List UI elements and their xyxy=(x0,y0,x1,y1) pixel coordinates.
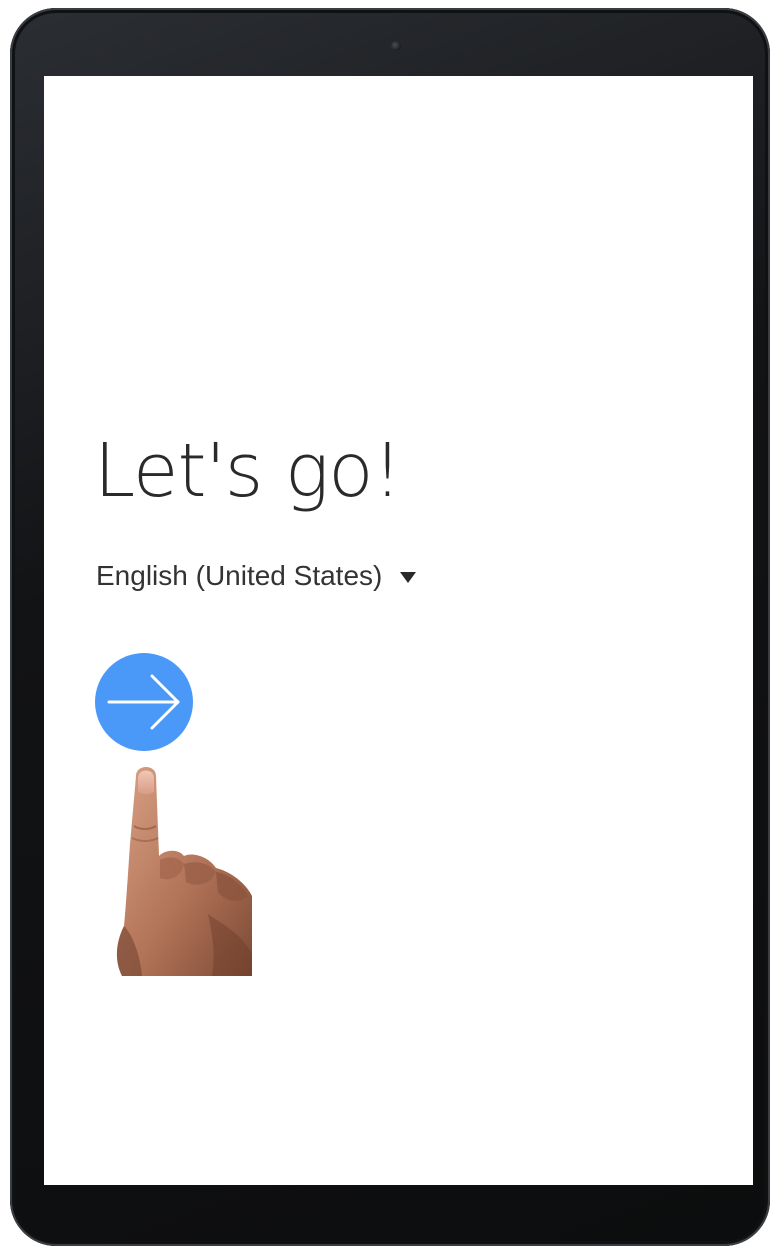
setup-screen: Let's go! English (United States) xyxy=(44,76,753,1185)
language-selected-value: English (United States) xyxy=(96,560,383,591)
next-button[interactable] xyxy=(95,653,193,751)
language-dropdown[interactable]: English (United States) xyxy=(96,560,417,592)
dropdown-triangle-icon xyxy=(400,571,417,583)
pointing-hand-image xyxy=(116,767,252,976)
front-camera xyxy=(391,41,401,51)
tablet-device: Let's go! English (United States) xyxy=(10,8,770,1246)
arrow-right-icon xyxy=(107,674,180,730)
page-title: Let's go! xyxy=(94,428,402,514)
